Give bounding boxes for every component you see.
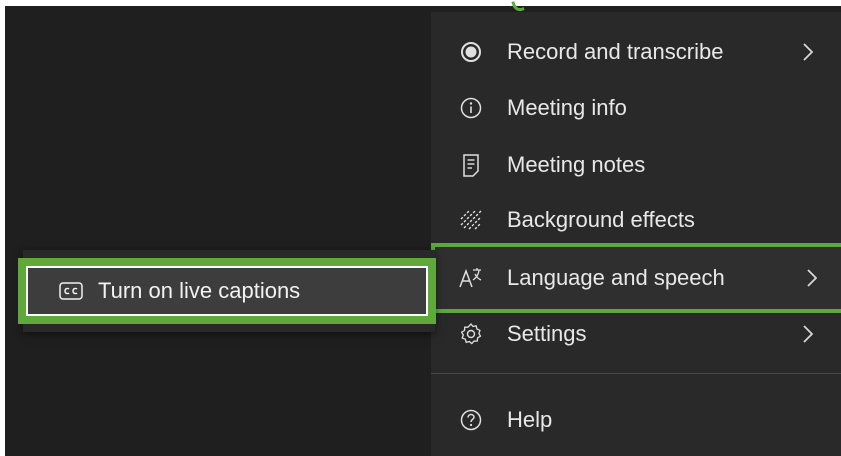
menu-item-meeting-info[interactable]: Meeting info [431, 80, 841, 136]
menu-divider [431, 373, 841, 374]
language-icon [457, 264, 485, 292]
closed-captions-icon [58, 281, 84, 301]
menu-item-label: Meeting info [507, 95, 627, 120]
background-effects-icon [457, 206, 485, 234]
menu-item-background-effects[interactable]: Background effects [431, 192, 841, 248]
menu-item-label: Background effects [507, 207, 695, 232]
chevron-right-icon [800, 42, 816, 62]
menu-item-settings[interactable]: Settings [431, 306, 841, 362]
menu-item-meeting-notes[interactable]: Meeting notes [431, 137, 841, 193]
menu-item-label: Help [507, 407, 553, 432]
menu-item-language-and-speech[interactable]: Language and speech [431, 243, 841, 313]
menu-item-help[interactable]: Help [431, 392, 841, 448]
chevron-right-icon [800, 324, 816, 344]
record-icon [457, 38, 485, 66]
notes-icon [457, 151, 485, 179]
turn-on-live-captions-label: Turn on live captions [98, 278, 301, 303]
screenshot-frame: Record and transcribe Meeting info Meeti… [0, 0, 841, 456]
help-icon [457, 406, 485, 434]
info-icon [457, 94, 485, 122]
menu-item-label: Settings [507, 321, 587, 346]
menu-item-record-and-transcribe[interactable]: Record and transcribe [431, 24, 841, 80]
menu-item-label: Meeting notes [507, 152, 646, 177]
turn-on-live-captions-button[interactable]: Turn on live captions [26, 266, 428, 316]
chevron-right-icon [804, 268, 820, 288]
turn-on-live-captions-highlight: Turn on live captions [18, 258, 436, 324]
menu-item-label: Record and transcribe [507, 39, 724, 64]
gear-icon [457, 320, 485, 348]
menu-item-label: Language and speech [507, 265, 725, 290]
